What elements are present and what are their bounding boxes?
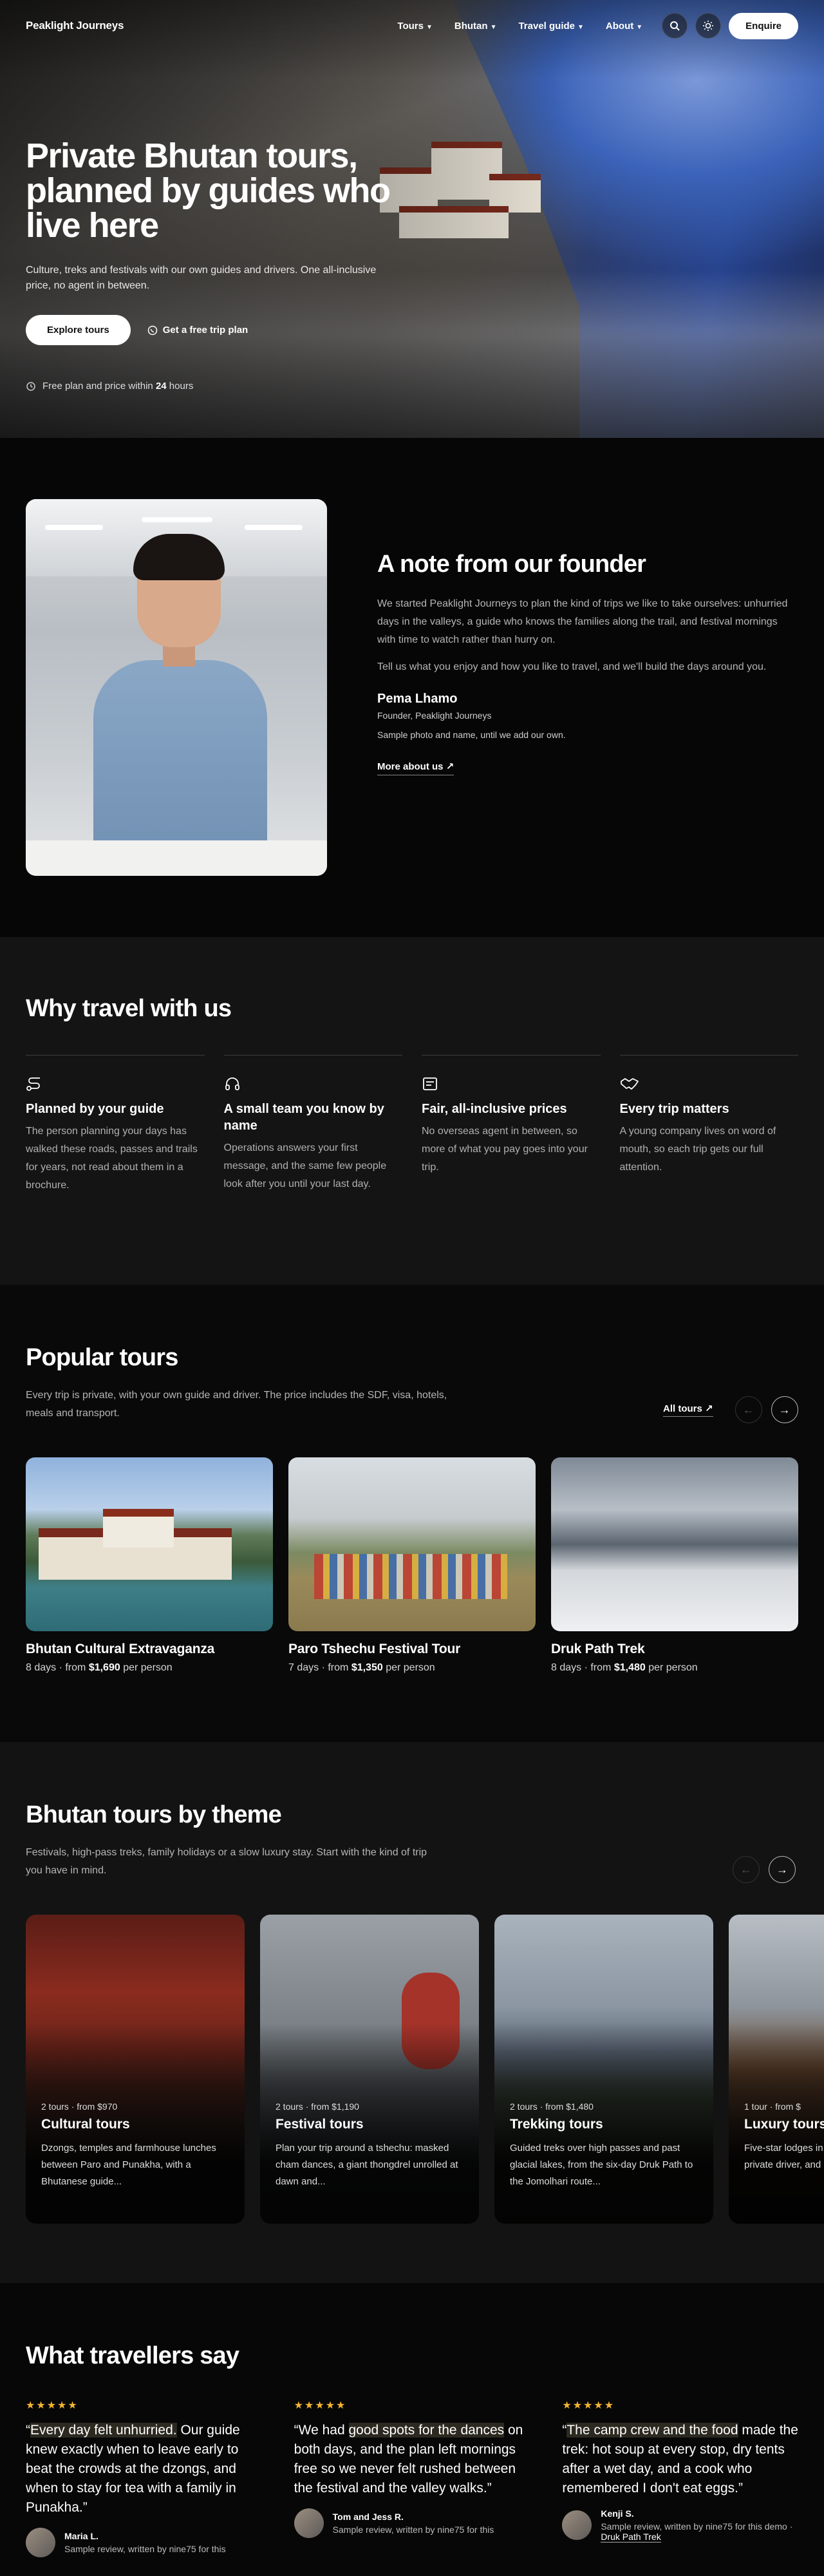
nav-item-bhutan[interactable]: Bhutan ▼ xyxy=(454,21,497,32)
chevron-down-icon: ▼ xyxy=(577,23,584,31)
founder-paragraph-1: We started Peaklight Journeys to plan th… xyxy=(377,598,788,645)
theme-toggle-button[interactable] xyxy=(695,13,722,39)
route-icon xyxy=(26,1077,40,1091)
avatar xyxy=(294,2508,324,2538)
theme-card[interactable]: 2 tours · from $1,190 Festival tours Pla… xyxy=(260,1915,479,2224)
search-button[interactable] xyxy=(662,13,688,39)
arrow-left-icon: ← xyxy=(740,1862,752,1876)
nav-item-tours[interactable]: Tours ▼ xyxy=(397,21,432,32)
arrow-left-icon: ← xyxy=(742,1403,754,1416)
top-nav: Peaklight Journeys Tours ▼ Bhutan ▼ Travel… xyxy=(0,0,824,52)
review-card: ★★★★★ “Every day felt unhurried. Our gui… xyxy=(26,2399,262,2557)
hero-section: Peaklight Journeys Tours ▼ Bhutan ▼ Travel… xyxy=(0,0,824,438)
all-tours-link[interactable]: All tours ↗ xyxy=(663,1403,713,1417)
themes-lead: Festivals, high-pass treks, family holid… xyxy=(26,1847,427,1876)
sun-icon xyxy=(703,21,714,31)
review-tour-link[interactable]: Druk Path Trek xyxy=(601,2532,661,2543)
avatar xyxy=(562,2510,592,2540)
reviewer-name: Kenji S. xyxy=(601,2508,634,2519)
explore-tours-button[interactable]: Explore tours xyxy=(26,315,131,345)
tour-image xyxy=(551,1457,798,1631)
search-icon xyxy=(670,21,680,31)
review-quote: “Every day felt unhurried. Our guide kne… xyxy=(26,2423,240,2515)
reviews-title: What travellers say xyxy=(26,2342,239,2369)
nav-links: Tours ▼ Bhutan ▼ Travel guide ▼ About ▼ xyxy=(397,21,642,32)
carousel-next-button[interactable]: → xyxy=(769,1856,796,1883)
star-rating: ★★★★★ xyxy=(26,2400,79,2411)
founder-title: A note from our founder xyxy=(377,551,646,578)
page: Peaklight Journeys Tours ▼ Bhutan ▼ Travel… xyxy=(0,0,824,2576)
receipt-icon xyxy=(423,1077,437,1090)
founder-photo xyxy=(26,499,327,876)
theme-card[interactable]: 2 tours · from $970 Cultural tours Dzong… xyxy=(26,1915,245,2224)
reviews-section: What travellers say ★★★★★ “Every day fel… xyxy=(0,2283,824,2576)
review-card: ★★★★★ “The camp crew and the food made t… xyxy=(562,2399,798,2557)
star-rating: ★★★★★ xyxy=(294,2400,347,2411)
popular-lead: Every trip is private, with your own gui… xyxy=(26,1390,447,1419)
tour-card[interactable]: Paro Tshechu Festival Tour 7 days · from… xyxy=(288,1457,536,1674)
clock-icon xyxy=(26,381,35,391)
popular-title: Popular tours xyxy=(26,1344,178,1371)
site-logo[interactable]: Peaklight Journeys xyxy=(26,19,124,32)
nav-item-travel-guide[interactable]: Travel guide ▼ xyxy=(518,21,583,32)
star-rating: ★★★★★ xyxy=(562,2400,615,2411)
handshake-icon xyxy=(620,1078,639,1090)
tour-image xyxy=(288,1457,536,1631)
review-note: Sample review, written by nine75 for thi… xyxy=(601,2521,793,2543)
theme-card[interactable]: 2 tours · from $1,480 Trekking tours Gui… xyxy=(494,1915,713,2224)
avatar xyxy=(26,2528,55,2557)
free-trip-plan-button[interactable]: Get a free trip plan xyxy=(147,325,248,336)
reviewer-name: Tom and Jess R. xyxy=(332,2512,404,2522)
chevron-down-icon: ▼ xyxy=(490,23,497,31)
review-note: Sample review, written by nine75 for thi… xyxy=(332,2524,494,2535)
whatsapp-icon xyxy=(147,325,157,335)
chevron-down-icon: ▼ xyxy=(426,23,433,31)
why-title: Why travel with us xyxy=(26,995,232,1022)
more-about-us-link[interactable]: More about us ↗ xyxy=(377,761,454,775)
nav-item-about[interactable]: About ▼ xyxy=(606,21,642,32)
founder-role: Founder, Peaklight Journeys xyxy=(377,710,492,721)
headset-icon xyxy=(225,1077,239,1090)
founder-disclaimer: Sample photo and name, until we add our … xyxy=(377,730,566,740)
why-item: Fair, all-inclusive prices No overseas a… xyxy=(422,1055,601,1195)
arrow-right-icon: → xyxy=(778,1403,791,1416)
review-note: Sample review, written by nine75 for thi… xyxy=(64,2544,226,2554)
carousel-next-button[interactable]: → xyxy=(771,1396,798,1423)
enquire-button[interactable]: Enquire xyxy=(729,12,798,39)
why-item: Planned by your guide The person plannin… xyxy=(26,1055,205,1195)
tour-card[interactable]: Bhutan Cultural Extravaganza 8 days · fr… xyxy=(26,1457,273,1674)
founder-name: Pema Lhamo xyxy=(377,692,458,706)
popular-tours-section: Popular tours Every trip is private, wit… xyxy=(0,1285,824,1742)
founder-paragraph-2: Tell us what you enjoy and how you like … xyxy=(377,661,767,672)
founder-section: A note from our founder We started Peakl… xyxy=(0,438,824,937)
chevron-down-icon: ▼ xyxy=(636,23,643,31)
hero-note: Free plan and price within 24 hours xyxy=(26,381,193,392)
why-section: Why travel with us Planned by your guide… xyxy=(0,937,824,1285)
review-quote: “The camp crew and the food made the tre… xyxy=(562,2423,798,2496)
hero-title: Private Bhutan tours, planned by guides … xyxy=(26,137,391,245)
tour-card[interactable]: Druk Path Trek 8 days · from $1,480 per … xyxy=(551,1457,798,1674)
carousel-prev-button[interactable]: ← xyxy=(733,1856,760,1883)
themes-section: Bhutan tours by theme Festivals, high-pa… xyxy=(0,1742,824,2283)
arrow-right-icon: → xyxy=(776,1862,788,1876)
theme-card[interactable]: 1 tour · from $ Luxury tours Five-star l… xyxy=(729,1915,824,2224)
why-item: Every trip matters A young company lives… xyxy=(619,1055,798,1195)
tour-image xyxy=(26,1457,273,1631)
why-item: A small team you know by name Operations… xyxy=(223,1055,402,1195)
review-card: ★★★★★ “We had good spots for the dances … xyxy=(294,2399,530,2557)
review-quote: “We had good spots for the dances on bot… xyxy=(294,2423,523,2496)
carousel-prev-button[interactable]: ← xyxy=(735,1396,762,1423)
hero-subtitle: Culture, treks and festivals with our ow… xyxy=(26,265,377,291)
themes-title: Bhutan tours by theme xyxy=(26,1801,282,1828)
reviewer-name: Maria L. xyxy=(64,2531,98,2541)
